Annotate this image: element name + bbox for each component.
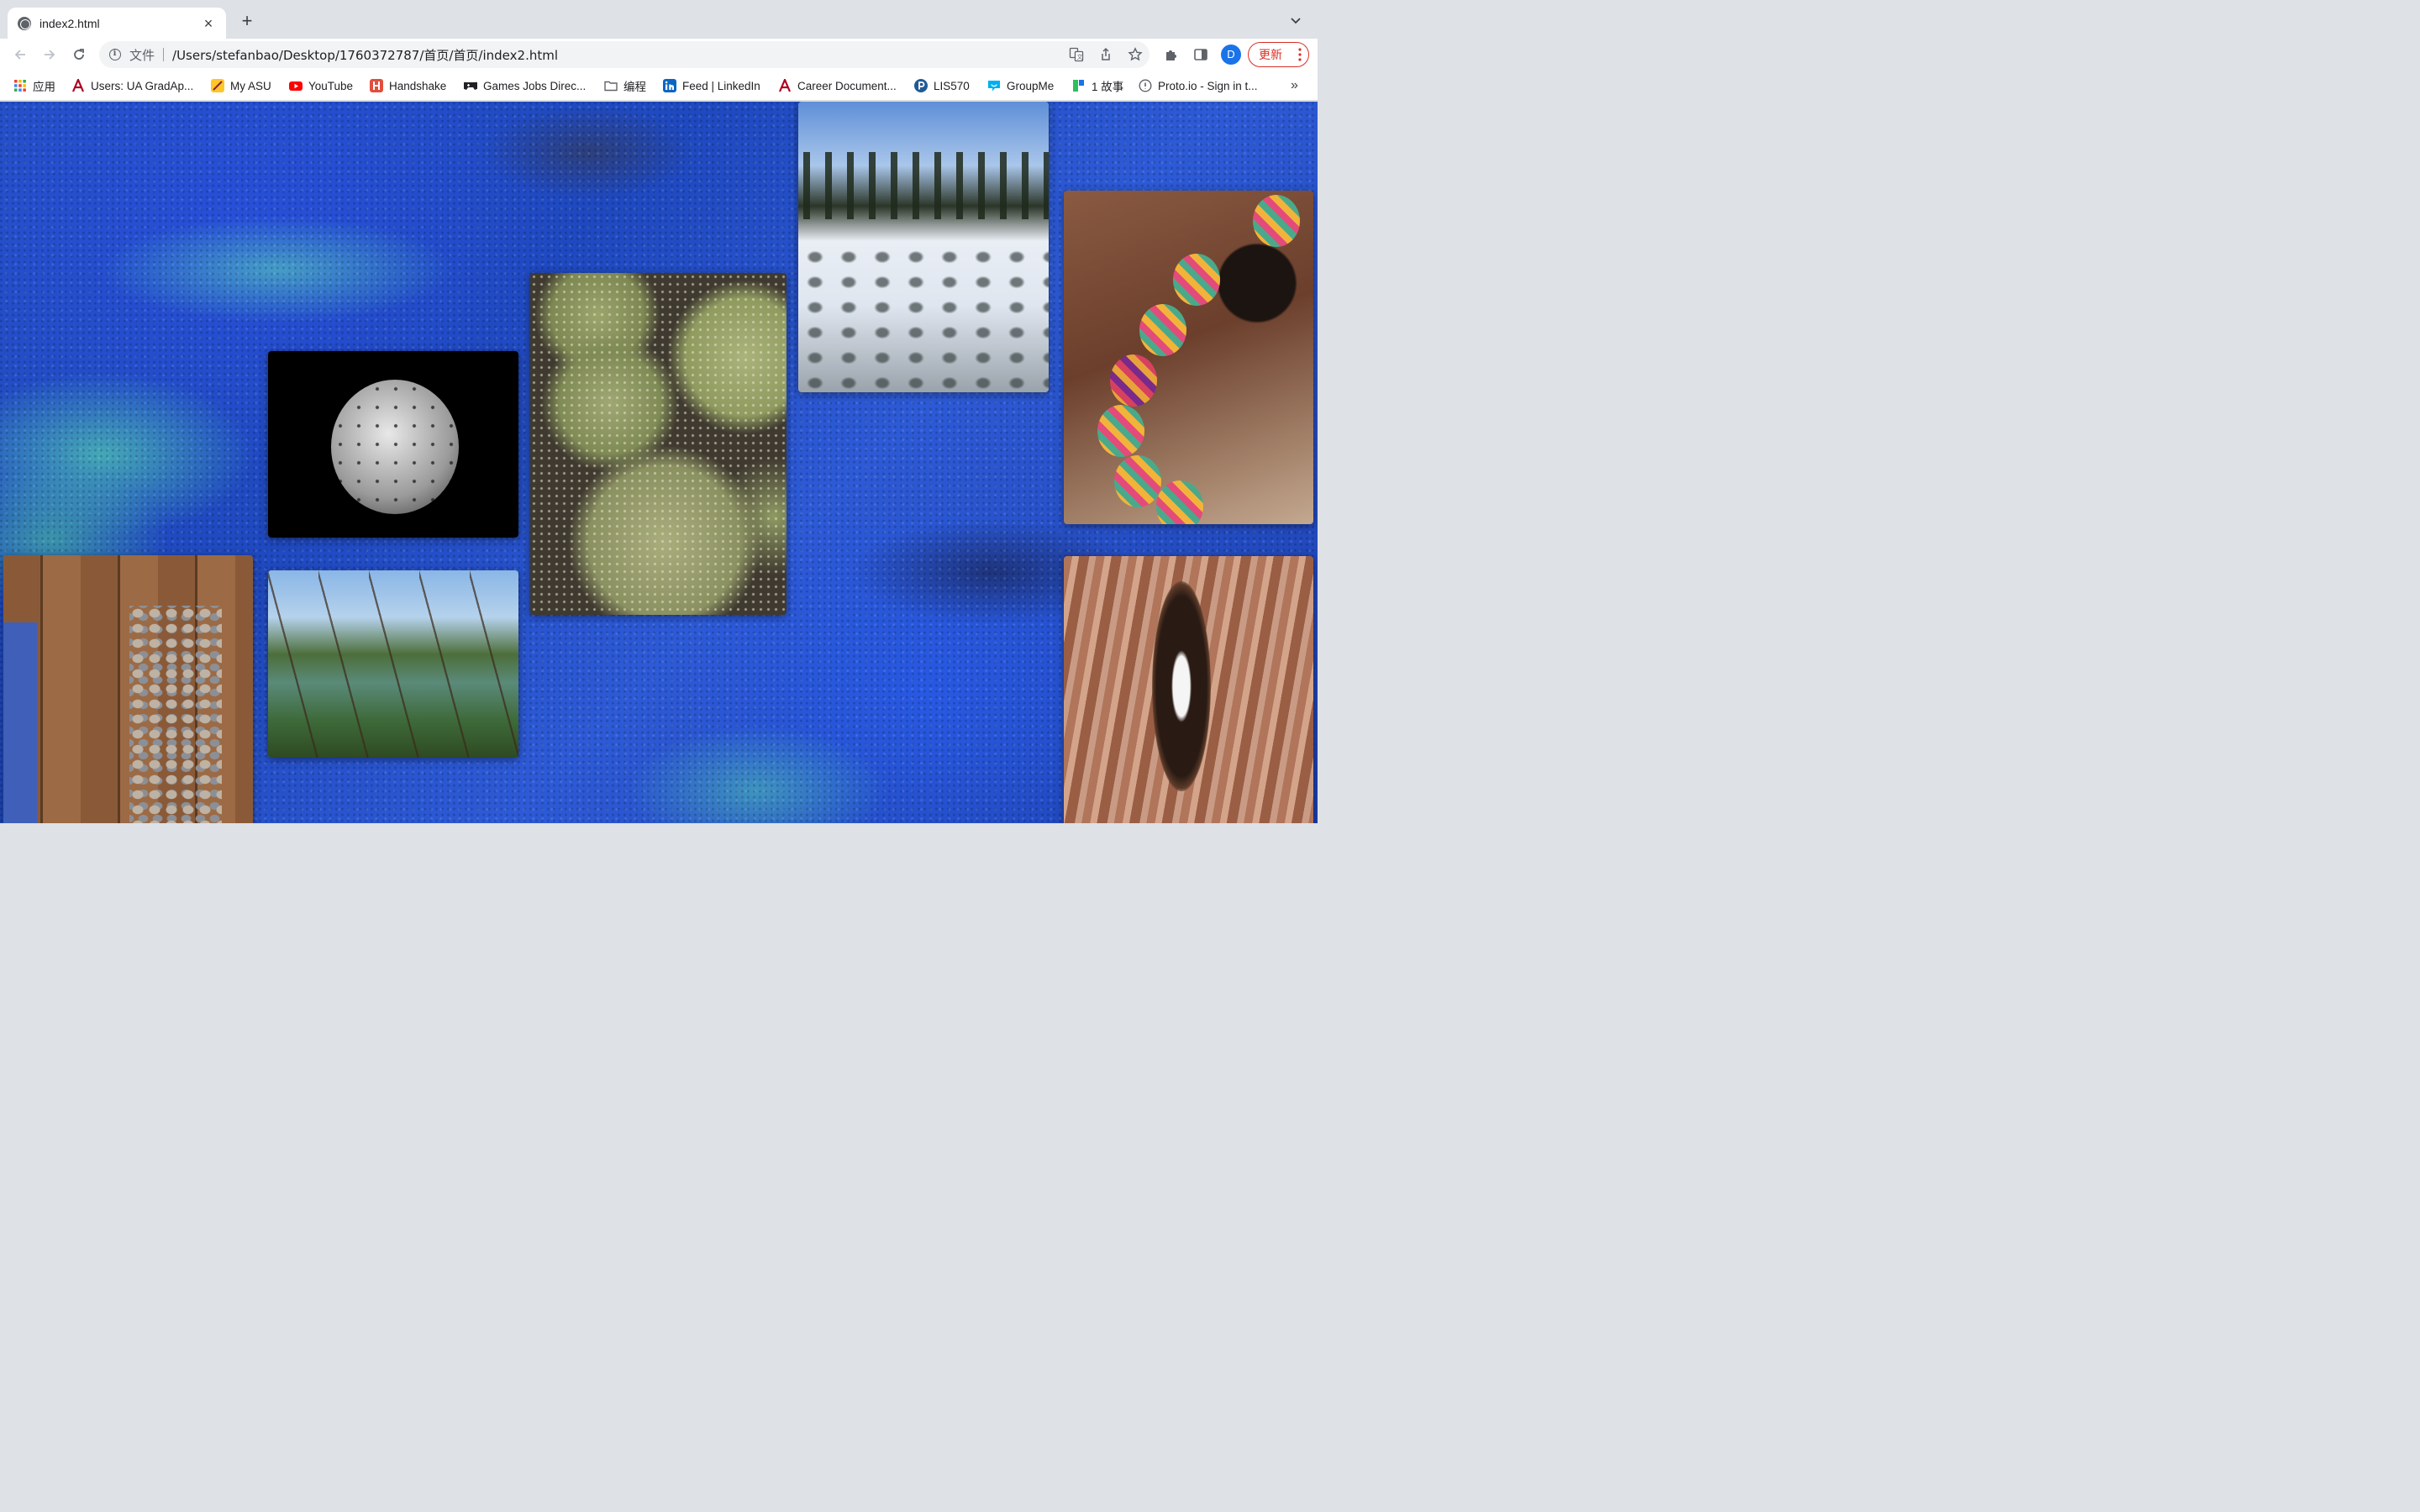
bookmark-folder-programming[interactable]: 编程 (604, 78, 646, 93)
photo-snowy-forest[interactable] (798, 102, 1049, 392)
reload-button[interactable] (68, 44, 90, 66)
bookmark-linkedin[interactable]: Feed | LinkedIn (663, 78, 760, 93)
bookmark-ua-gradapp[interactable]: Users: UA GradAp... (71, 78, 193, 93)
bookmarks-bar: 应用 Users: UA GradAp... My ASU YouTube Ha… (0, 71, 1318, 101)
bookmark-label: Proto.io - Sign in t... (1158, 79, 1258, 92)
bookmark-label: Games Jobs Direc... (483, 79, 587, 92)
photo-barrel-cacti[interactable] (530, 273, 786, 615)
translate-icon[interactable]: 文 (1067, 45, 1086, 64)
bookmark-handshake[interactable]: Handshake (370, 78, 446, 93)
bookmark-youtube[interactable]: YouTube (289, 78, 353, 93)
bookmark-proto-io[interactable]: Proto.io - Sign in t... (1139, 78, 1258, 93)
photo-tree-bark[interactable] (1064, 556, 1313, 823)
chevron-down-icon[interactable] (1289, 13, 1302, 27)
bookmark-label: LIS570 (934, 79, 970, 92)
bookmark-label: 编程 (623, 81, 646, 93)
bookmark-label: Users: UA GradAp... (91, 79, 194, 92)
youtube-icon (289, 81, 302, 91)
close-tab-icon[interactable]: × (201, 16, 216, 31)
bookmark-my-asu[interactable]: My ASU (211, 78, 271, 93)
photo-woven-ornaments[interactable] (1064, 191, 1313, 524)
extensions-puzzle-icon[interactable] (1162, 45, 1181, 64)
side-panel-icon[interactable] (1192, 45, 1210, 64)
photo-bw-cactus-pad[interactable] (268, 351, 518, 538)
bookmark-label: YouTube (308, 79, 354, 92)
bookmark-label: My ASU (230, 79, 271, 92)
bookmark-label: Handshake (389, 79, 447, 92)
linkedin-icon (663, 79, 676, 92)
bookmark-label: 1 故事 (1092, 81, 1124, 93)
bookmark-lis570[interactable]: LIS570 (914, 78, 970, 93)
ua-logo-icon (778, 79, 792, 92)
ua-logo-icon (71, 79, 85, 92)
bookmark-games-jobs[interactable]: Games Jobs Direc... (464, 78, 586, 93)
pressbooks-icon (914, 79, 928, 92)
new-tab-button[interactable]: + (238, 12, 256, 30)
bookmark-apps[interactable]: 应用 (13, 78, 55, 93)
handshake-icon (370, 79, 383, 92)
bookmark-label: Career Document... (797, 79, 897, 92)
security-chip[interactable]: 文件 (129, 46, 155, 64)
omnibox-separator (163, 48, 165, 61)
share-icon[interactable] (1097, 45, 1115, 64)
browser-tab[interactable]: index2.html × (8, 8, 226, 39)
asu-icon (211, 79, 224, 92)
globe-icon (18, 16, 31, 30)
back-arrow-icon (14, 50, 25, 60)
url-text[interactable]: /Users/stefanbao/Desktop/1760372787/首页/首… (172, 46, 558, 64)
address-bar[interactable]: 文件 /Users/stefanbao/Desktop/1760372787/首… (99, 41, 1150, 68)
story-icon (1073, 80, 1084, 92)
info-icon[interactable] (109, 49, 121, 60)
bookmark-label: Feed | LinkedIn (682, 79, 760, 92)
bookmark-story[interactable]: 1 故事 (1072, 78, 1123, 93)
forward-button[interactable] (39, 44, 60, 66)
profile-avatar[interactable]: D (1221, 45, 1241, 65)
photo-coastal-trees[interactable] (268, 570, 518, 758)
reload-icon (74, 49, 84, 60)
forward-arrow-icon (45, 50, 55, 60)
bookmark-career-documents[interactable]: Career Document... (778, 78, 897, 93)
bookmarks-overflow-icon[interactable]: » (1291, 78, 1298, 93)
gamepad-icon (464, 81, 477, 90)
tab-title: index2.html (39, 16, 100, 30)
browser-toolbar: 文件 /Users/stefanbao/Desktop/1760372787/首… (0, 39, 1318, 71)
photo-feet-and-stones[interactable] (3, 555, 253, 823)
bookmark-groupme[interactable]: GroupMe (987, 78, 1054, 93)
bookmark-star-icon[interactable] (1126, 45, 1144, 64)
bookmark-label: 应用 (33, 81, 55, 93)
proto-icon (1139, 79, 1152, 92)
svg-text:文: 文 (1077, 53, 1083, 60)
more-menu-icon[interactable] (1298, 48, 1302, 61)
update-button[interactable]: 更新 (1248, 42, 1309, 67)
tab-strip: index2.html × + (0, 0, 1318, 39)
update-button-label: 更新 (1259, 49, 1282, 62)
page-content (0, 102, 1318, 823)
folder-icon (604, 81, 618, 92)
back-button[interactable] (9, 44, 31, 66)
bookmark-label: GroupMe (1007, 79, 1055, 92)
apps-grid-icon (14, 80, 26, 92)
groupme-icon (988, 81, 1000, 92)
